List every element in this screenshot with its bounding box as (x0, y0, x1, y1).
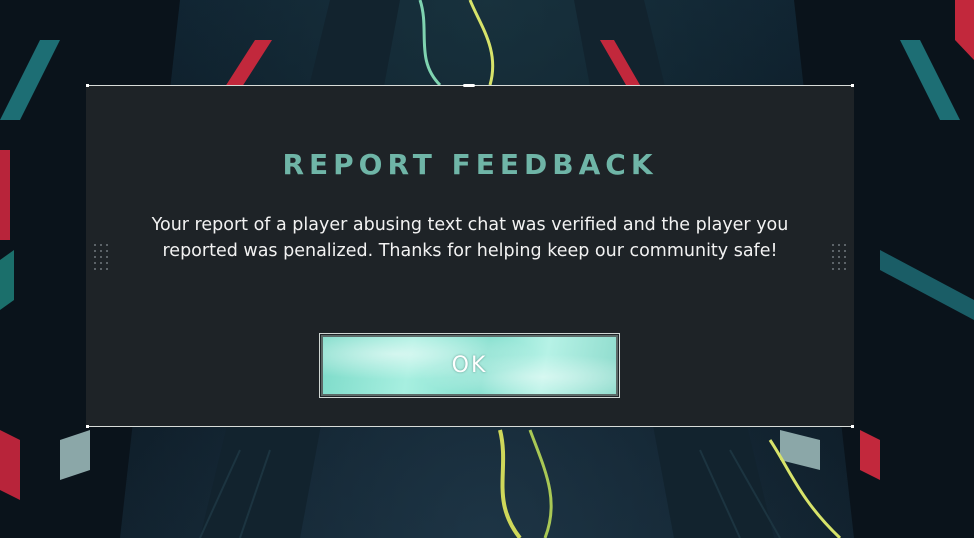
ok-button[interactable]: OK (319, 333, 620, 398)
corner-mark-top-right (851, 84, 854, 87)
corner-mark-bottom-right (851, 425, 854, 428)
ok-button-label: OK (451, 353, 488, 378)
report-feedback-dialog: REPORT FEEDBACK Your report of a player … (86, 84, 854, 428)
dialog-top-notch (463, 84, 475, 87)
dialog-title: REPORT FEEDBACK (282, 148, 658, 181)
decorative-dots-left (92, 242, 110, 272)
dialog-message: Your report of a player abusing text cha… (151, 215, 789, 261)
corner-mark-bottom-left (86, 425, 89, 428)
corner-mark-top-left (86, 84, 89, 87)
decorative-dots-right (830, 242, 848, 272)
